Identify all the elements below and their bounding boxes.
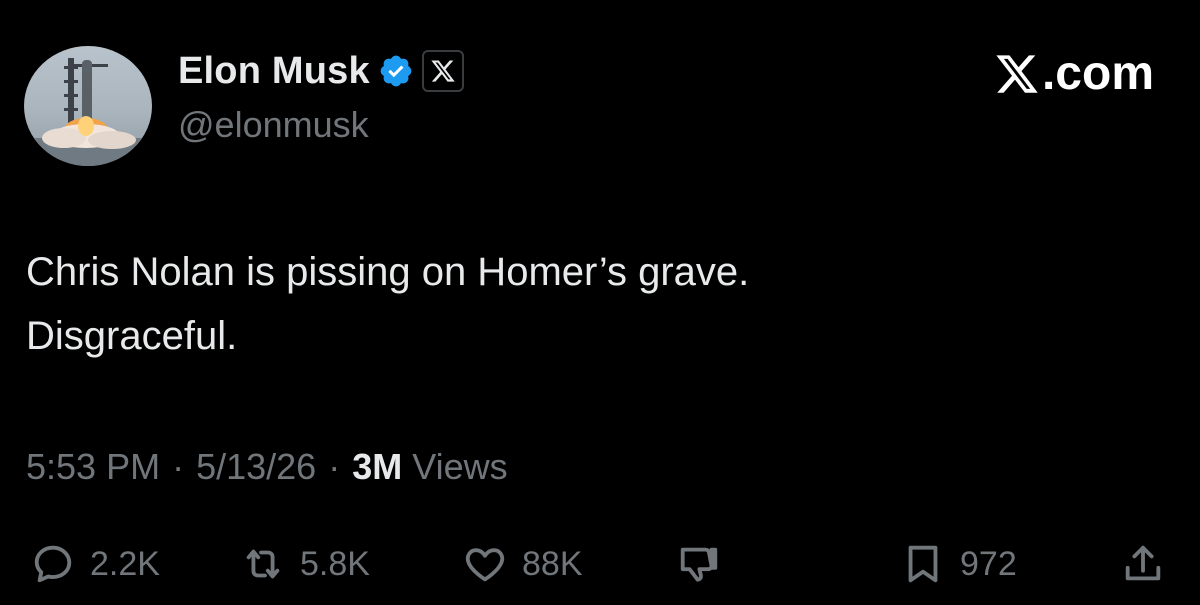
tweet-date[interactable]: 5/13/26 [196, 446, 316, 488]
x-logo-icon [431, 60, 455, 82]
views-count: 3M [352, 446, 403, 487]
views-label: Views [412, 446, 508, 487]
x-logo-icon [996, 54, 1038, 93]
thumbs-down-icon [680, 547, 718, 582]
tweet-text: Chris Nolan is pissing on Homer’s grave.… [26, 240, 1166, 368]
reply-button[interactable]: 2.2K [30, 536, 160, 592]
verified-badge-icon [380, 55, 412, 87]
avatar[interactable] [24, 46, 152, 166]
meta-separator: · [328, 446, 341, 487]
tweet-meta: 5:53 PM · 5/13/26 · 3M Views [26, 446, 508, 488]
rocket-launch-avatar [24, 58, 152, 166]
tweet-line: Chris Nolan is pissing on Homer’s grave. [26, 250, 750, 294]
reply-icon [34, 545, 72, 583]
like-count: 88K [522, 544, 583, 583]
action-bar: 2.2K 5.8K 88K 972 [30, 536, 1180, 592]
tweet-time[interactable]: 5:53 PM [26, 446, 160, 488]
tweet-line: Disgraceful. [26, 314, 238, 358]
repost-icon [246, 549, 280, 579]
repost-button[interactable]: 5.8K [240, 536, 370, 592]
affiliate-badge[interactable] [421, 50, 464, 92]
author-display-name[interactable]: Elon Musk [178, 50, 370, 93]
x-com-watermark: .com [994, 46, 1154, 101]
reply-count: 2.2K [90, 544, 160, 583]
like-button[interactable]: 88K [462, 536, 583, 592]
watermark-text: .com [1041, 47, 1154, 100]
share-button[interactable] [1120, 536, 1166, 592]
author-name-row: Elon Musk [178, 48, 464, 94]
dislike-button[interactable] [676, 536, 722, 592]
share-icon [1125, 545, 1161, 581]
meta-separator: · [172, 446, 185, 487]
author-handle[interactable]: @elonmusk [178, 104, 369, 146]
bookmark-button[interactable]: 972 [900, 536, 1017, 592]
heart-icon [465, 548, 505, 582]
bookmark-count: 972 [960, 544, 1017, 583]
repost-count: 5.8K [300, 544, 370, 583]
bookmark-icon [908, 545, 938, 583]
